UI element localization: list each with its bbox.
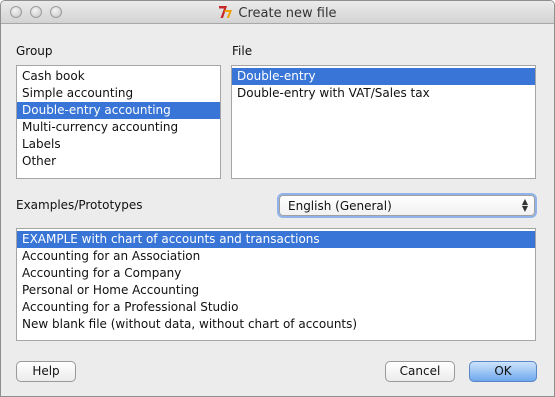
file-list-item[interactable]: Double-entry [232,68,535,85]
group-list-item[interactable]: Multi-currency accounting [17,119,220,136]
ok-button[interactable]: OK [469,361,537,382]
language-select-value: English (General) [288,199,392,213]
examples-list-item[interactable]: Accounting for an Association [17,248,535,265]
examples-list-item[interactable]: EXAMPLE with chart of accounts and trans… [17,231,535,248]
examples-label: Examples/Prototypes [16,198,143,212]
title-bar: Create new file [1,1,554,24]
help-button[interactable]: Help [16,361,76,382]
file-label: File [232,44,253,58]
app-logo-icon [219,6,233,18]
group-list-item[interactable]: Other [17,153,220,170]
group-list-item[interactable]: Double-entry accounting [17,102,220,119]
cancel-button[interactable]: Cancel [385,361,455,382]
group-list-item[interactable]: Simple accounting [17,85,220,102]
examples-list[interactable]: EXAMPLE with chart of accounts and trans… [16,228,536,341]
examples-list-item[interactable]: Accounting for a Professional Studio [17,299,535,316]
window-title: Create new file [1,4,554,21]
examples-list-item[interactable]: Accounting for a Company [17,265,535,282]
window-title-text: Create new file [238,6,337,21]
group-list[interactable]: Cash book Simple accounting Double-entry a… [16,65,221,179]
file-list[interactable]: Double-entry Double-entry with VAT/Sales … [231,65,536,179]
select-arrows-icon: ▲ ▼ [521,197,528,213]
examples-list-item[interactable]: Personal or Home Accounting [17,282,535,299]
language-select[interactable]: English (General) ▲ ▼ [279,195,535,216]
group-label: Group [16,44,53,58]
examples-list-item[interactable]: New blank file (without data, without ch… [17,316,535,333]
group-list-item[interactable]: Labels [17,136,220,153]
file-list-item[interactable]: Double-entry with VAT/Sales tax [232,85,535,102]
dialog-window: Create new file Group File Cash book Simp… [0,0,555,397]
group-list-item[interactable]: Cash book [17,68,220,85]
